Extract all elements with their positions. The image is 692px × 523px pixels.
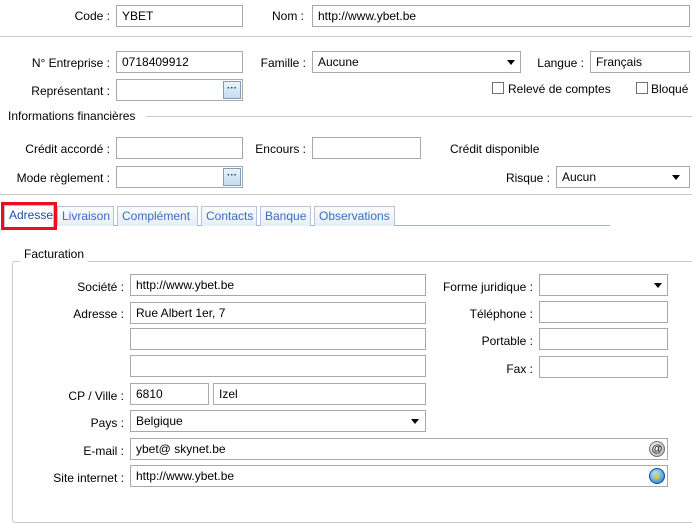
famille-select[interactable]: Aucune <box>312 51 521 73</box>
divider <box>0 36 692 37</box>
releve-label: Relevé de comptes <box>508 82 611 96</box>
ville-field[interactable]: Izel <box>213 383 426 405</box>
adresse-label: Adresse : <box>73 307 124 321</box>
credit-field[interactable] <box>116 137 243 159</box>
telephone-field[interactable] <box>539 301 668 323</box>
chevron-down-icon <box>672 175 680 180</box>
representant-label: Représentant : <box>31 84 110 98</box>
adresse-line2-field[interactable] <box>130 328 426 350</box>
bloque-label: Bloqué <box>651 82 689 96</box>
portable-label: Portable : <box>481 334 533 348</box>
tab-observations[interactable]: Observations <box>314 206 395 226</box>
facturation-title: Facturation <box>20 246 89 262</box>
risque-select[interactable]: Aucun <box>556 166 690 188</box>
langue-select[interactable]: Français <box>590 51 690 73</box>
site-label: Site internet : <box>53 471 124 485</box>
email-at-icon[interactable]: @ <box>649 441 665 457</box>
encours-field[interactable] <box>312 137 421 159</box>
tab-contacts[interactable]: Contacts <box>201 206 257 226</box>
credit-label: Crédit accordé : <box>25 142 110 156</box>
risque-value: Aucun <box>562 170 597 184</box>
finance-divider <box>146 116 692 117</box>
chevron-down-icon <box>507 60 515 65</box>
finance-section-title: Informations financières <box>8 109 136 123</box>
risque-label: Risque : <box>505 171 550 185</box>
fax-field[interactable] <box>539 356 668 378</box>
tab-complement[interactable]: Complément <box>117 206 198 226</box>
tab-livraison[interactable]: Livraison <box>57 206 114 226</box>
nom-label: Nom : <box>271 9 304 23</box>
email-value: ybet@ skynet.be <box>136 442 226 456</box>
fax-label: Fax : <box>506 362 533 376</box>
code-label: Code : <box>74 9 110 23</box>
cp-ville-label: CP / Ville : <box>68 389 124 403</box>
societe-field[interactable]: http://www.ybet.be <box>130 274 426 296</box>
ellipsis-button[interactable]: ··· <box>223 81 241 99</box>
email-label: E-mail : <box>83 444 124 458</box>
disponible-label: Crédit disponible <box>450 142 540 156</box>
site-field[interactable]: http://www.ybet.be e <box>130 465 668 487</box>
famille-label: Famille : <box>260 56 306 70</box>
internet-explorer-icon[interactable]: e <box>649 468 665 484</box>
email-field[interactable]: ybet@ skynet.be @ <box>130 438 668 460</box>
ellipsis-button[interactable]: ··· <box>223 168 241 186</box>
tab-banque[interactable]: Banque <box>260 206 311 226</box>
encours-label: Encours : <box>255 142 306 156</box>
annotation-highlight <box>1 202 57 230</box>
famille-value: Aucune <box>318 55 359 69</box>
mode-label: Mode règlement : <box>16 171 110 185</box>
bloque-checkbox[interactable] <box>636 82 648 94</box>
telephone-label: Téléphone : <box>469 307 533 321</box>
chevron-down-icon <box>411 419 419 424</box>
chevron-down-icon <box>654 283 662 288</box>
societe-label: Société : <box>77 280 124 294</box>
pays-value: Belgique <box>136 414 183 428</box>
representant-field[interactable]: ··· <box>116 79 243 101</box>
releve-checkbox[interactable] <box>492 82 504 94</box>
forme-juridique-select[interactable] <box>539 274 668 296</box>
entreprise-field[interactable]: 0718409912 <box>116 51 243 73</box>
pays-label: Pays : <box>90 416 124 430</box>
forme-juridique-label: Forme juridique : <box>442 280 533 294</box>
entreprise-label: N° Entreprise : <box>31 56 110 70</box>
code-field[interactable]: YBET <box>116 5 243 27</box>
mode-field[interactable]: ··· <box>116 166 243 188</box>
adresse-line1-field[interactable]: Rue Albert 1er, 7 <box>130 302 426 324</box>
adresse-line3-field[interactable] <box>130 355 426 377</box>
portable-field[interactable] <box>539 328 668 350</box>
pays-select[interactable]: Belgique <box>130 410 426 432</box>
divider <box>0 194 692 195</box>
site-value: http://www.ybet.be <box>136 469 235 483</box>
langue-label: Langue : <box>537 56 584 70</box>
cp-field[interactable]: 6810 <box>130 383 209 405</box>
nom-field[interactable]: http://www.ybet.be <box>312 5 690 27</box>
